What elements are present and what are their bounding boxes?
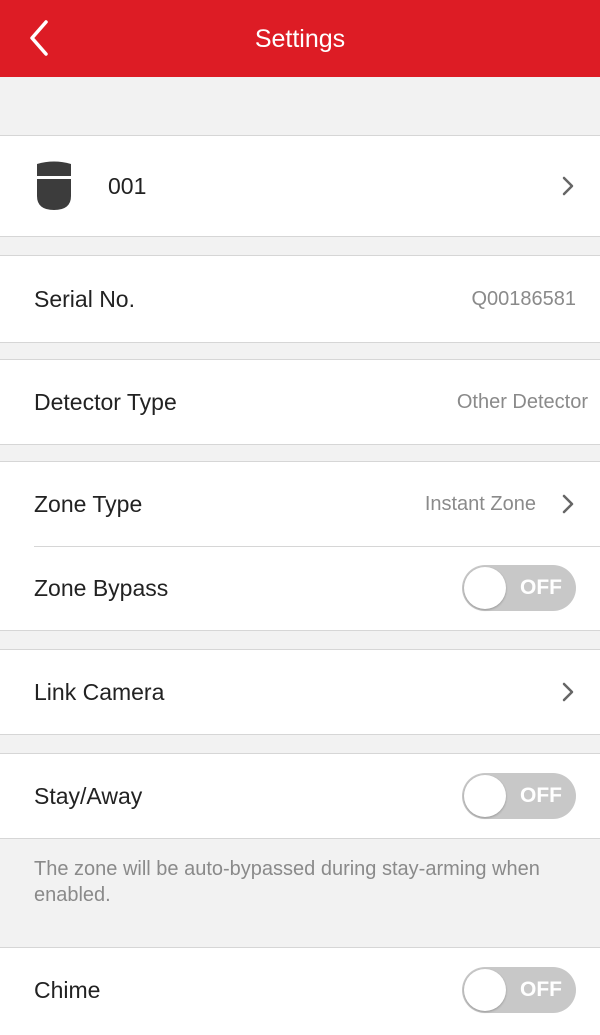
detector-type-row: Detector Type Other Detector <box>0 360 600 444</box>
zone-bypass-row: Zone Bypass OFF <box>0 546 600 630</box>
chime-row: Chime OFF <box>0 948 600 1032</box>
chevron-right-icon <box>562 682 574 702</box>
zone-type-row[interactable]: Zone Type Instant Zone <box>0 462 600 546</box>
serial-label: Serial No. <box>34 285 135 312</box>
detector-icon <box>37 161 71 210</box>
detector-type-value: Other Detector <box>456 390 588 413</box>
stay-away-note: The zone will be auto-bypassed during st… <box>34 858 540 906</box>
serial-section: Serial No. Q00186581 <box>0 255 600 343</box>
chevron-right-icon <box>562 494 574 514</box>
app-header: Settings <box>0 0 600 77</box>
zone-type-value: Instant Zone <box>424 492 536 515</box>
chime-toggle[interactable]: OFF <box>462 967 576 1013</box>
serial-row: Serial No. Q00186581 <box>0 256 600 342</box>
zone-bypass-label: Zone Bypass <box>34 574 169 601</box>
page-title: Settings <box>254 25 346 53</box>
device-section: 001 <box>0 135 600 237</box>
serial-value: Q00186581 <box>471 287 576 310</box>
toggle-state-text: OFF <box>520 784 562 807</box>
chime-section: Chime OFF <box>0 947 600 1035</box>
stay-away-label: Stay/Away <box>34 782 143 809</box>
link-camera-row[interactable]: Link Camera <box>0 650 600 734</box>
stay-away-toggle[interactable]: OFF <box>462 773 576 819</box>
link-camera-section: Link Camera <box>0 649 600 735</box>
link-camera-label: Link Camera <box>34 678 165 705</box>
device-name: 001 <box>108 172 147 199</box>
detector-type-label: Detector Type <box>34 388 177 415</box>
detector-type-section: Detector Type Other Detector <box>0 359 600 445</box>
device-row[interactable]: 001 <box>0 136 600 236</box>
toggle-state-text: OFF <box>520 978 562 1001</box>
chevron-right-icon <box>562 176 574 196</box>
zone-section: Zone Type Instant Zone Zone Bypass OFF <box>0 461 600 631</box>
toggle-knob <box>464 969 506 1011</box>
chime-label: Chime <box>34 976 101 1003</box>
zone-bypass-toggle[interactable]: OFF <box>462 565 576 611</box>
zone-type-label: Zone Type <box>34 490 143 517</box>
stay-away-section: Stay/Away OFF <box>0 753 600 839</box>
toggle-knob <box>464 775 506 817</box>
toggle-knob <box>464 567 506 609</box>
stay-away-row: Stay/Away OFF <box>0 754 600 838</box>
toggle-state-text: OFF <box>520 576 562 599</box>
